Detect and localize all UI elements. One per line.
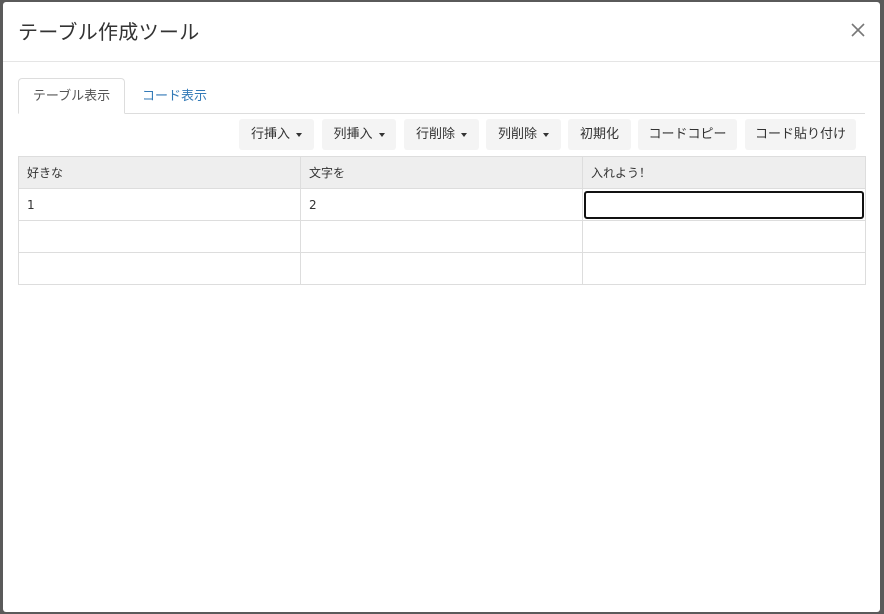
table-cell[interactable] <box>582 220 866 253</box>
tab-bar: テーブル表示 コード表示 <box>18 78 865 114</box>
caret-down-icon <box>378 132 385 137</box>
copy-code-button[interactable]: コードコピー <box>638 119 737 150</box>
close-button[interactable] <box>848 20 868 40</box>
tab-table-view[interactable]: テーブル表示 <box>18 78 125 114</box>
table-row: 好きな 文字を 入れよう！ <box>18 156 866 189</box>
tab-code-view[interactable]: コード表示 <box>126 78 223 114</box>
table-row: 1 2 <box>18 188 866 221</box>
caret-down-icon <box>543 132 549 137</box>
table-cell[interactable]: 2 <box>300 188 583 221</box>
modal-header: テーブル作成ツール <box>3 2 880 62</box>
insert-row-button[interactable]: 行挿入 <box>239 119 314 150</box>
table-cell-editing <box>582 188 866 221</box>
cell-edit-input[interactable] <box>584 190 864 219</box>
toolbar: 行挿入 列挿入 行削除 列削除 初期化 コードコピー コード貼り付け <box>239 119 856 150</box>
insert-row-label: 行挿入 <box>250 127 290 142</box>
table-row <box>18 252 866 285</box>
table-cell[interactable] <box>18 220 301 253</box>
table-cell[interactable] <box>300 252 583 285</box>
table-cell[interactable] <box>18 252 301 285</box>
delete-col-label: 列削除 <box>497 127 537 142</box>
close-icon <box>851 23 865 37</box>
data-table: 好きな 文字を 入れよう！ 1 2 <box>18 156 866 285</box>
table-cell[interactable]: 1 <box>18 188 301 221</box>
table-tool-modal: テーブル作成ツール テーブル表示 コード表示 行挿入 列挿入 行削除 列削除 初… <box>3 2 880 612</box>
caret-down-icon <box>461 132 467 137</box>
delete-row-button[interactable]: 行削除 <box>404 119 479 150</box>
delete-row-label: 行削除 <box>415 127 455 142</box>
insert-col-label: 列挿入 <box>333 127 373 142</box>
table-cell[interactable] <box>300 220 583 253</box>
table-cell[interactable] <box>582 252 866 285</box>
paste-code-button[interactable]: コード貼り付け <box>745 119 856 150</box>
table-cell[interactable]: 文字を <box>300 156 583 189</box>
table-row <box>18 220 866 253</box>
insert-col-button[interactable]: 列挿入 <box>322 119 396 150</box>
table-cell[interactable]: 好きな <box>18 156 301 189</box>
delete-col-button[interactable]: 列削除 <box>486 119 561 150</box>
table-cell[interactable]: 入れよう！ <box>582 156 866 189</box>
modal-title: テーブル作成ツール <box>18 20 200 44</box>
caret-down-icon <box>296 132 302 137</box>
reset-button[interactable]: 初期化 <box>568 119 631 150</box>
